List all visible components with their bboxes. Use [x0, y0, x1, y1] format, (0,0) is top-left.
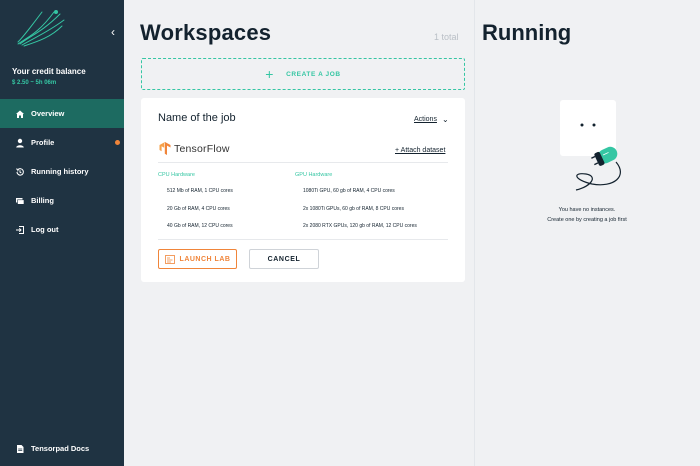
user-icon: [14, 137, 25, 148]
running-panel: [474, 0, 700, 466]
gpu-option[interactable]: 2x 2080 RTX GPUs, 120 gb of RAM, 12 CPU …: [303, 223, 417, 229]
empty-state-subtitle: Create one by creating a job first: [547, 217, 627, 223]
framework-logo: TensorFlow: [159, 142, 230, 155]
launch-lab-label: LAUNCH LAB: [179, 255, 231, 263]
sidebar-item-label: Billing: [31, 196, 54, 205]
credit-balance-title: Your credit balance: [12, 67, 86, 76]
launch-icon: [164, 254, 175, 264]
gpu-option[interactable]: 2x 1080Ti GPUs, 60 gb of RAM, 8 CPU core…: [303, 206, 404, 212]
sidebar-item-docs[interactable]: Tensorpad Docs: [14, 443, 89, 454]
gpu-hardware-header: GPU Hardware: [295, 172, 333, 178]
sidebar-item-label: Overview: [31, 109, 65, 118]
cancel-button[interactable]: CANCEL: [249, 249, 319, 269]
history-icon: [14, 166, 25, 177]
workspaces-count: 1 total: [434, 32, 459, 42]
home-icon: [14, 108, 25, 119]
sidebar-item-overview[interactable]: Overview: [0, 99, 124, 128]
unplugged-socket-illustration: [560, 100, 621, 191]
sidebar-item-label: Running history: [31, 167, 89, 176]
sidebar-item-label: Log out: [31, 225, 59, 234]
sidebar-item-label: Profile: [31, 138, 55, 147]
billing-icon: [14, 195, 25, 206]
create-job-button[interactable]: + CREATE A JOB: [141, 58, 465, 90]
sidebar-item-billing[interactable]: Billing: [0, 186, 124, 215]
notification-dot: [115, 140, 120, 145]
document-icon: [14, 443, 25, 454]
launch-lab-button[interactable]: LAUNCH LAB: [158, 249, 237, 269]
sidebar-item-profile[interactable]: Profile: [0, 128, 124, 157]
actions-dropdown[interactable]: Actions: [414, 116, 437, 123]
plus-icon: +: [265, 66, 275, 82]
chevron-down-icon[interactable]: ⌄: [442, 115, 449, 124]
collapse-sidebar-icon[interactable]: ‹: [111, 26, 121, 38]
cpu-hardware-header: CPU Hardware: [158, 172, 195, 178]
cpu-option[interactable]: 20 Gb of RAM, 4 CPU cores: [167, 206, 230, 212]
logout-icon: [14, 224, 25, 235]
job-card: Name of the job Actions ⌄ TensorFlow + A…: [141, 98, 465, 282]
credit-balance-value: $ 2.50 ~ 5h 06m: [12, 80, 57, 86]
create-job-label: CREATE A JOB: [286, 70, 341, 78]
sidebar: ‹ Your credit balance $ 2.50 ~ 5h 06m Ov…: [0, 0, 124, 466]
page-title: Workspaces: [140, 20, 272, 45]
gpu-option[interactable]: 1080Ti GPU, 60 gb of RAM, 4 CPU cores: [303, 188, 395, 194]
tensorpad-logo: [17, 10, 65, 47]
divider: [158, 239, 448, 240]
job-name: Name of the job: [158, 112, 236, 124]
cpu-option[interactable]: 40 Gb of RAM, 12 CPU cores: [167, 223, 233, 229]
empty-state-title: You have no instances.: [558, 207, 616, 213]
framework-name: TensorFlow: [174, 142, 230, 155]
sidebar-item-logout[interactable]: Log out: [0, 215, 124, 244]
divider: [158, 162, 448, 163]
sidebar-nav: Overview Profile Running history Billing: [0, 99, 124, 244]
cpu-option[interactable]: 512 Mb of RAM, 1 CPU cores: [167, 188, 233, 194]
sidebar-item-running-history[interactable]: Running history: [0, 157, 124, 186]
tensorflow-icon: [159, 142, 171, 155]
attach-dataset-link[interactable]: + Attach dataset: [395, 147, 445, 154]
running-title: Running: [482, 20, 572, 45]
docs-label: Tensorpad Docs: [31, 444, 90, 453]
